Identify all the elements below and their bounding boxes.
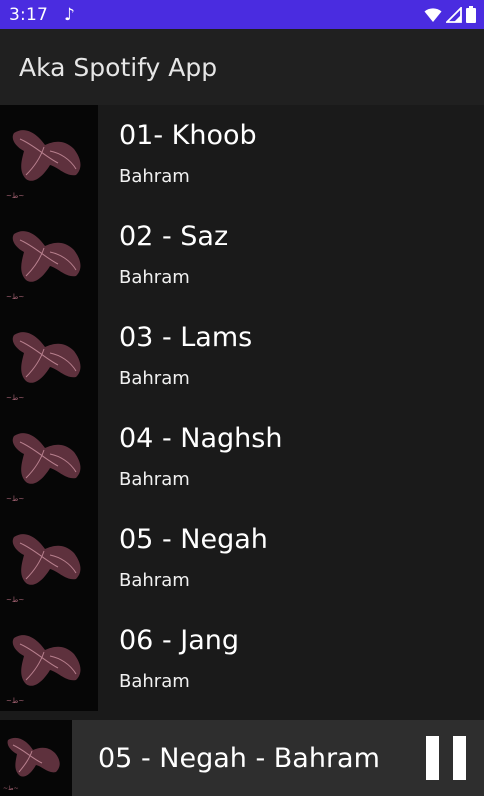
app-title: Aka Spotify App — [19, 52, 218, 82]
album-art: ~ط~ — [0, 206, 98, 307]
track-list[interactable]: ~ط~ 01- Khoob Bahram ~ط~ 02 - Saz Bahram… — [0, 105, 484, 720]
music-note-icon: ♪ — [63, 4, 75, 25]
track-row[interactable]: ~ط~ 02 - Saz Bahram — [0, 206, 484, 307]
track-title: 06 - Jang — [119, 625, 240, 656]
now-playing-info[interactable]: 05 - Negah - Bahram — [72, 720, 484, 796]
app-bar: Aka Spotify App — [0, 29, 484, 105]
track-row[interactable]: ~ط~ 01- Khoob Bahram — [0, 105, 484, 206]
svg-text:~ط~: ~ط~ — [6, 596, 24, 604]
track-row[interactable]: ~ط~ 04 - Naghsh Bahram — [0, 408, 484, 509]
svg-text:~ط~: ~ط~ — [6, 697, 24, 705]
svg-text:~ط~: ~ط~ — [3, 785, 19, 792]
svg-text:~ط~: ~ط~ — [6, 192, 24, 200]
track-artist: Bahram — [119, 267, 190, 288]
status-bar: 3:17 ♪ — [0, 0, 484, 29]
album-art: ~ط~ — [0, 610, 98, 711]
track-title: 04 - Naghsh — [119, 423, 283, 454]
now-playing-bar[interactable]: ~ط~ 05 - Negah - Bahram — [0, 720, 484, 796]
status-icons — [424, 6, 476, 23]
album-art: ~ط~ — [0, 307, 98, 408]
track-title: 03 - Lams — [119, 322, 253, 353]
track-title: 05 - Negah — [119, 524, 268, 555]
wifi-icon — [424, 7, 442, 22]
track-row[interactable]: ~ط~ 05 - Negah Bahram — [0, 509, 484, 610]
track-row[interactable]: ~ط~ 03 - Lams Bahram — [0, 307, 484, 408]
svg-text:~ط~: ~ط~ — [6, 495, 24, 503]
track-row[interactable]: ~ط~ 06 - Jang Bahram — [0, 610, 484, 711]
album-art: ~ط~ — [0, 509, 98, 610]
track-title: 01- Khoob — [119, 120, 257, 151]
track-artist: Bahram — [119, 671, 190, 692]
battery-icon — [466, 6, 476, 23]
svg-text:~ط~: ~ط~ — [6, 293, 24, 301]
pause-bar-right — [453, 736, 466, 780]
cell-signal-icon — [446, 6, 462, 23]
now-playing-title: 05 - Negah - Bahram — [98, 742, 380, 774]
now-playing-album-art: ~ط~ — [0, 720, 72, 796]
track-artist: Bahram — [119, 570, 190, 591]
pause-icon[interactable] — [426, 736, 466, 780]
track-artist: Bahram — [119, 368, 190, 389]
album-art: ~ط~ — [0, 408, 98, 509]
album-art: ~ط~ — [0, 105, 98, 206]
pause-bar-left — [426, 736, 439, 780]
track-artist: Bahram — [119, 166, 190, 187]
svg-text:~ط~: ~ط~ — [6, 394, 24, 402]
track-title: 02 - Saz — [119, 221, 229, 252]
track-artist: Bahram — [119, 469, 190, 490]
status-time: 3:17 — [9, 4, 48, 25]
